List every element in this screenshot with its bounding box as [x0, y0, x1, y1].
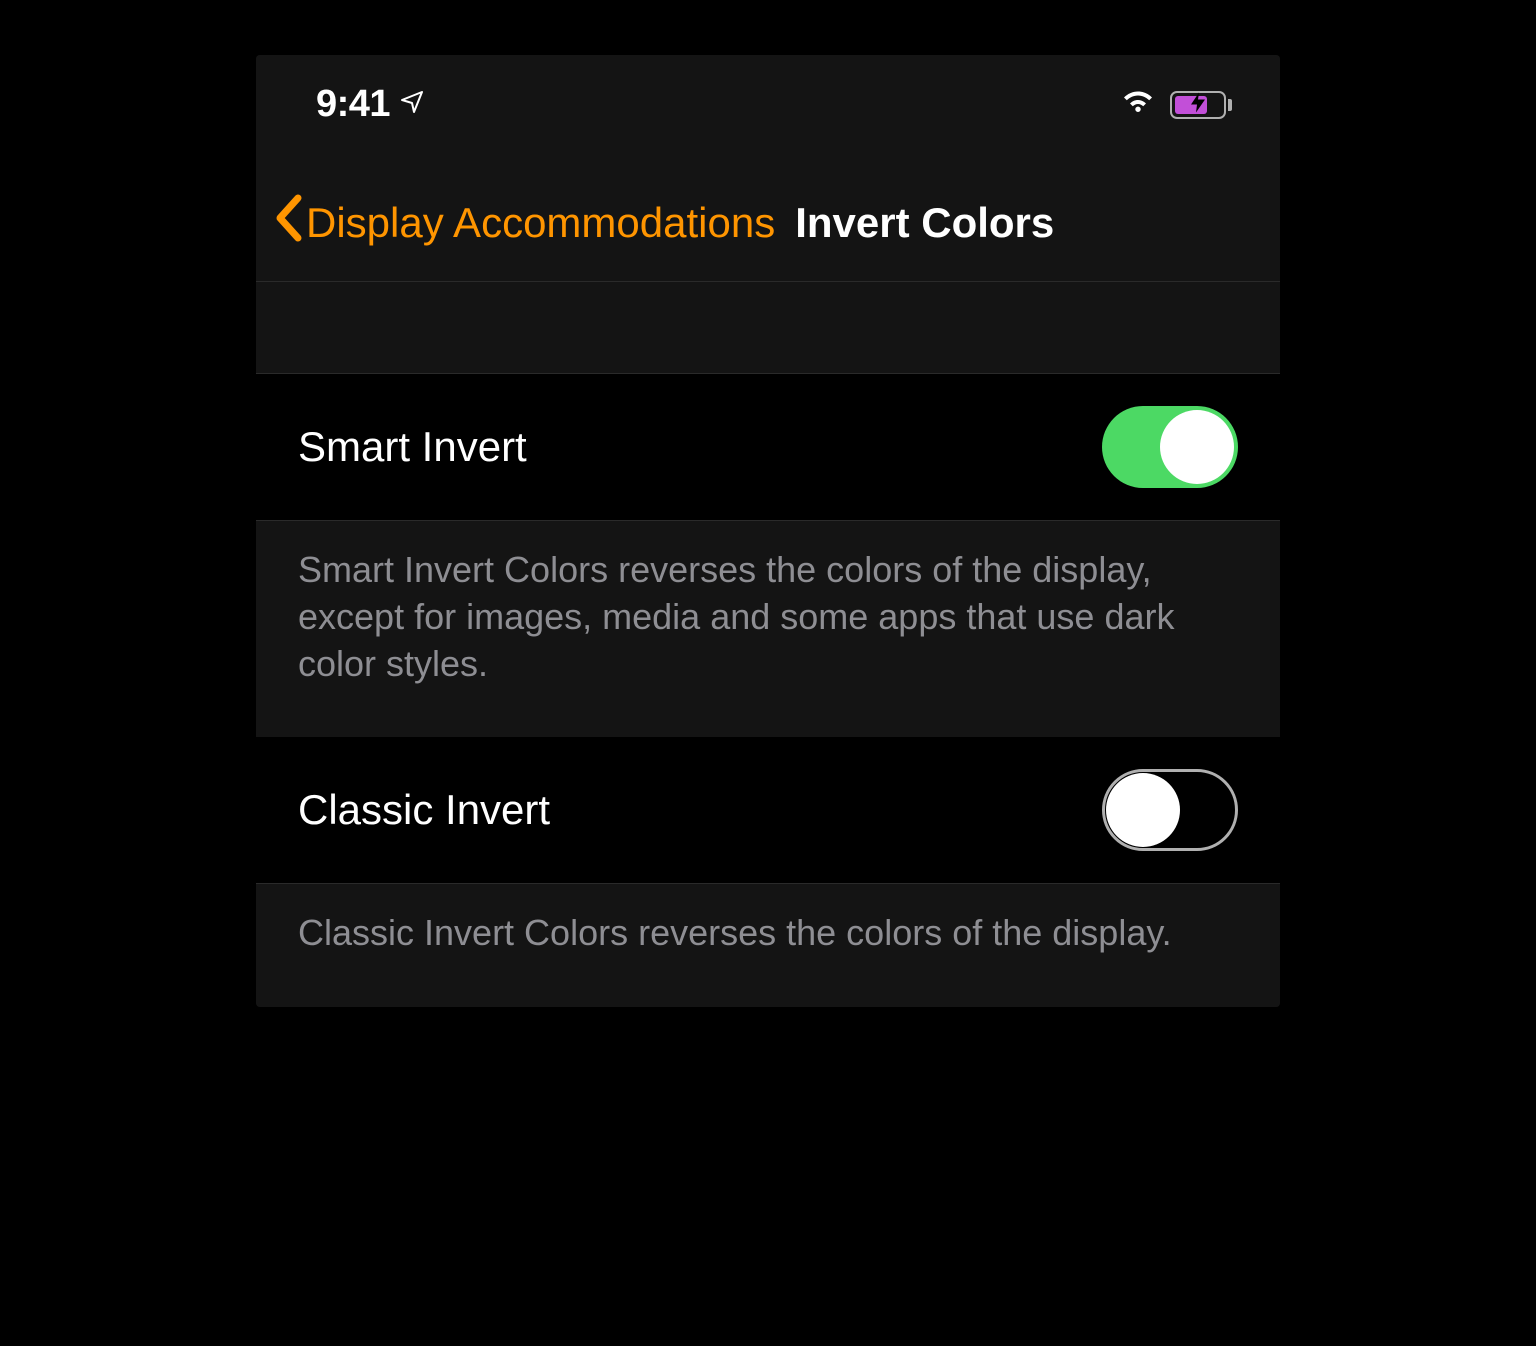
status-time: 9:41	[316, 83, 390, 126]
wifi-icon	[1120, 88, 1156, 121]
smart-invert-footer: Smart Invert Colors reverses the colors …	[256, 521, 1280, 737]
charging-bolt-icon	[1191, 92, 1205, 117]
classic-invert-toggle[interactable]	[1102, 769, 1238, 851]
battery-icon	[1170, 91, 1232, 119]
nav-bar: Display Accommodations Invert Colors	[256, 154, 1280, 282]
smart-invert-label: Smart Invert	[298, 423, 527, 471]
status-left: 9:41	[316, 83, 424, 126]
status-right	[1120, 88, 1232, 121]
settings-screen: 9:41	[256, 55, 1280, 1007]
smart-invert-toggle[interactable]	[1102, 406, 1238, 488]
classic-invert-footer: Classic Invert Colors reverses the color…	[256, 884, 1280, 1007]
back-chevron-icon[interactable]	[274, 194, 302, 251]
toggle-knob	[1160, 410, 1234, 484]
classic-invert-label: Classic Invert	[298, 786, 550, 834]
page-title: Invert Colors	[795, 199, 1054, 247]
toggle-knob	[1106, 773, 1180, 847]
location-icon	[400, 90, 424, 119]
section-spacer	[256, 282, 1280, 374]
classic-invert-row: Classic Invert	[256, 737, 1280, 884]
status-bar: 9:41	[256, 55, 1280, 154]
back-button-label[interactable]: Display Accommodations	[306, 199, 775, 247]
smart-invert-row: Smart Invert	[256, 374, 1280, 521]
